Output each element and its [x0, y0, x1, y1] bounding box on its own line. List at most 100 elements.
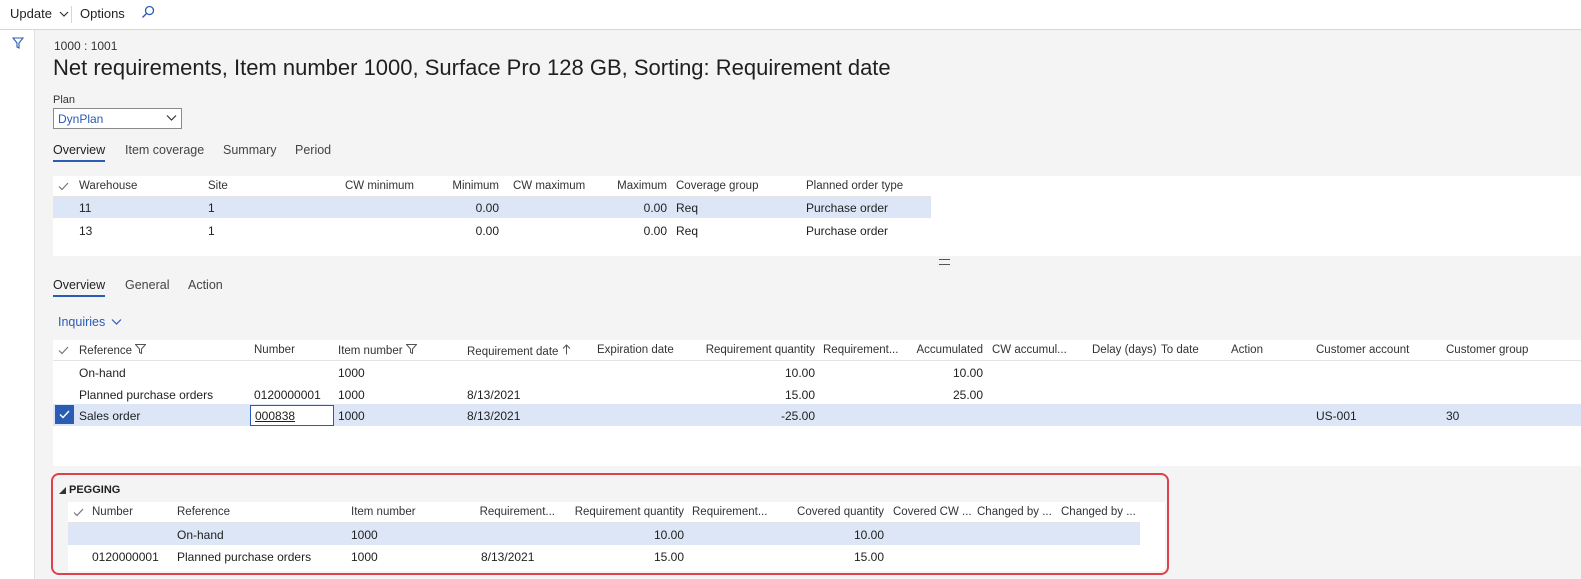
column-header[interactable]: Requirement... — [823, 344, 898, 356]
chevron-down-icon — [166, 115, 177, 121]
column-header[interactable]: CW accumul... — [992, 344, 1067, 356]
tab-summary[interactable]: Summary — [223, 143, 276, 160]
column-header[interactable]: Warehouse — [79, 180, 137, 192]
column-header[interactable]: Changed by ... — [977, 506, 1052, 518]
chevron-down-icon — [111, 319, 122, 325]
column-header[interactable]: Changed by ... — [1061, 506, 1136, 518]
column-header[interactable]: Maximum — [598, 180, 667, 192]
plan-select[interactable]: DynPlan — [53, 108, 182, 129]
column-header[interactable]: Covered CW ... — [893, 506, 972, 518]
filter-icon[interactable] — [12, 37, 24, 49]
plan-value: DynPlan — [58, 112, 104, 126]
action-bar: Update Options — [0, 0, 1581, 30]
table-cell: Planned purchase orders — [79, 388, 214, 402]
column-header[interactable]: Requirement... — [692, 506, 767, 518]
select-all-check-icon[interactable] — [58, 182, 69, 191]
column-header[interactable]: Requirement... — [468, 506, 555, 518]
column-header[interactable]: Reference — [79, 344, 147, 357]
inquiries-menu-button[interactable]: Inquiries — [58, 315, 122, 329]
column-header[interactable]: Requirement quantity — [564, 506, 684, 518]
column-header[interactable]: Customer account — [1316, 344, 1409, 356]
column-header[interactable]: Number — [92, 506, 133, 518]
check-icon — [59, 410, 70, 419]
column-header[interactable]: CW minimum — [323, 180, 414, 192]
table-cell: Purchase order — [806, 201, 889, 215]
table-cell[interactable]: 1000 — [351, 528, 378, 542]
table-cell: Sales order — [79, 409, 141, 423]
table-cell: -25.00 — [780, 409, 815, 423]
table-cell: 25.00 — [952, 388, 983, 402]
column-header[interactable]: Requirement quantity — [693, 344, 815, 356]
filter-icon — [404, 344, 418, 355]
filter-icon — [134, 344, 147, 355]
table-cell[interactable]: Req — [676, 201, 698, 215]
pegging-panel: PEGGING Number Reference Item number Req… — [51, 473, 1169, 575]
table-cell[interactable]: 13 — [79, 224, 92, 238]
table-cell: 10.00 — [853, 528, 884, 542]
tab-item-coverage[interactable]: Item coverage — [125, 143, 204, 160]
column-header[interactable]: Delay (days) — [1092, 344, 1157, 356]
column-header[interactable]: Reference — [177, 506, 230, 518]
column-header[interactable]: Coverage group — [676, 180, 758, 192]
table-cell: 0.00 — [643, 201, 667, 215]
column-header[interactable]: Requirement date — [467, 344, 571, 358]
table-cell: 0.00 — [475, 224, 499, 238]
pegging-grid: Number Reference Item number Requirement… — [68, 502, 1165, 571]
column-header[interactable]: Expiration date — [597, 344, 674, 356]
table-cell[interactable]: 0120000001 — [254, 388, 321, 402]
column-header[interactable]: Accumulated — [913, 344, 983, 356]
table-cell: 8/13/2021 — [467, 388, 521, 402]
table-cell[interactable]: Req — [676, 224, 698, 238]
table-cell[interactable]: 1 — [208, 224, 215, 238]
column-header[interactable]: Planned order type — [806, 180, 903, 192]
plan-label: Plan — [53, 94, 76, 106]
table-cell[interactable]: 1000 — [338, 388, 365, 402]
column-header[interactable]: CW maximum — [513, 180, 585, 192]
column-header[interactable]: Action — [1231, 344, 1263, 356]
search-icon[interactable] — [141, 5, 155, 22]
table-cell[interactable]: 30 — [1446, 409, 1459, 423]
pegging-title[interactable]: PEGGING — [69, 484, 120, 496]
column-header[interactable]: Number — [254, 344, 295, 356]
select-all-check-icon[interactable] — [58, 346, 69, 355]
toolbar-divider — [71, 6, 72, 23]
table-cell[interactable]: 11 — [79, 201, 91, 215]
column-header[interactable]: Covered quantity — [778, 506, 884, 518]
table-cell: 15.00 — [853, 550, 884, 564]
table-cell: On-hand — [79, 366, 126, 380]
table-cell[interactable]: US-001 — [1316, 409, 1357, 423]
select-all-check-icon[interactable] — [73, 508, 84, 517]
collapse-triangle-icon[interactable] — [59, 487, 66, 494]
table-cell[interactable]: 1 — [208, 201, 215, 215]
column-header[interactable]: Customer group — [1446, 344, 1528, 356]
update-menu-button[interactable]: Update — [10, 6, 69, 21]
column-header[interactable]: To date — [1161, 344, 1199, 356]
tab-action[interactable]: Action — [188, 278, 223, 295]
table-cell-link[interactable]: 000838 — [255, 409, 295, 423]
table-cell: 10.00 — [784, 366, 815, 380]
tab-general[interactable]: General — [125, 278, 169, 295]
row-checkbox[interactable] — [55, 405, 74, 424]
column-header[interactable]: Item number — [351, 506, 416, 518]
sort-ascending-icon — [563, 344, 571, 355]
tab-overview-lower[interactable]: Overview — [53, 278, 106, 297]
splitter-handle[interactable] — [939, 259, 950, 265]
number-cell-input[interactable]: 000838 — [250, 405, 334, 426]
record-id: 1000 : 1001 — [54, 39, 118, 53]
table-cell: Planned purchase orders — [177, 550, 312, 564]
tab-period[interactable]: Period — [295, 143, 331, 160]
table-cell: 15.00 — [653, 550, 684, 564]
inquiries-label: Inquiries — [58, 315, 106, 329]
chevron-down-icon — [59, 11, 68, 17]
table-cell[interactable]: 1000 — [338, 366, 365, 380]
table-cell[interactable]: 1000 — [338, 409, 365, 423]
coverage-grid: Warehouse Site CW minimum Minimum CW max… — [53, 176, 1581, 256]
column-header[interactable]: Minimum — [428, 180, 499, 192]
requirements-grid: Reference Number Item number Requirement… — [53, 340, 1581, 466]
table-cell[interactable]: 0120000001 — [92, 550, 159, 564]
column-header[interactable]: Item number — [338, 344, 418, 357]
options-button[interactable]: Options — [80, 6, 125, 21]
tab-overview[interactable]: Overview — [53, 143, 106, 162]
column-header[interactable]: Site — [208, 180, 228, 192]
table-cell[interactable]: 1000 — [351, 550, 378, 564]
